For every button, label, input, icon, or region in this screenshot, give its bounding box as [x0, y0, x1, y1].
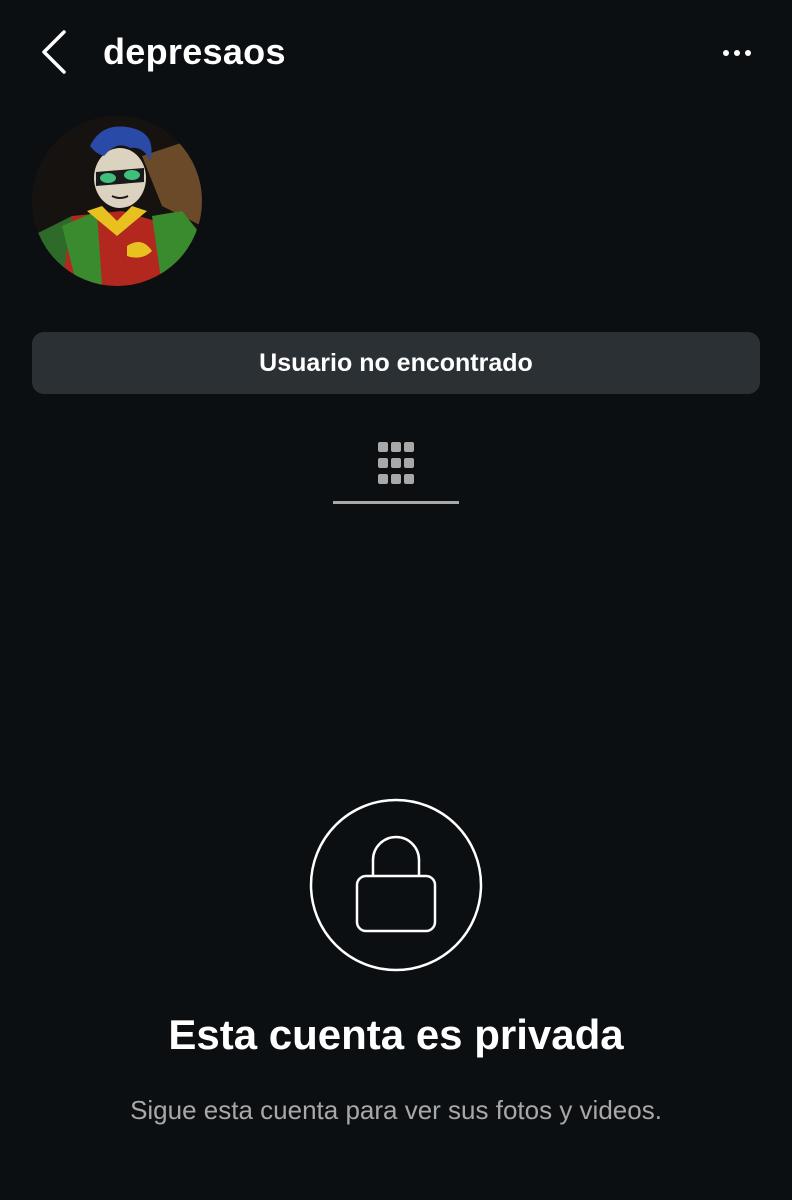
- user-not-found-button[interactable]: Usuario no encontrado: [32, 332, 760, 394]
- private-account-title: Esta cuenta es privada: [168, 1011, 624, 1058]
- profile-header: depresaos: [0, 0, 792, 104]
- grid-icon: [378, 442, 414, 484]
- lock-icon: [309, 798, 483, 972]
- more-options-button[interactable]: [712, 34, 762, 72]
- more-horizontal-icon: [723, 50, 751, 56]
- tab-grid[interactable]: [333, 420, 459, 504]
- back-button[interactable]: [30, 26, 82, 78]
- profile-avatar[interactable]: [32, 116, 202, 286]
- private-lock-badge: [309, 798, 483, 972]
- active-tab-indicator: [333, 501, 459, 504]
- profile-username: depresaos: [103, 31, 286, 72]
- avatar-image: [32, 116, 202, 286]
- chevron-left-icon: [42, 30, 66, 74]
- private-account-subtitle: Sigue esta cuenta para ver sus fotos y v…: [130, 1095, 662, 1125]
